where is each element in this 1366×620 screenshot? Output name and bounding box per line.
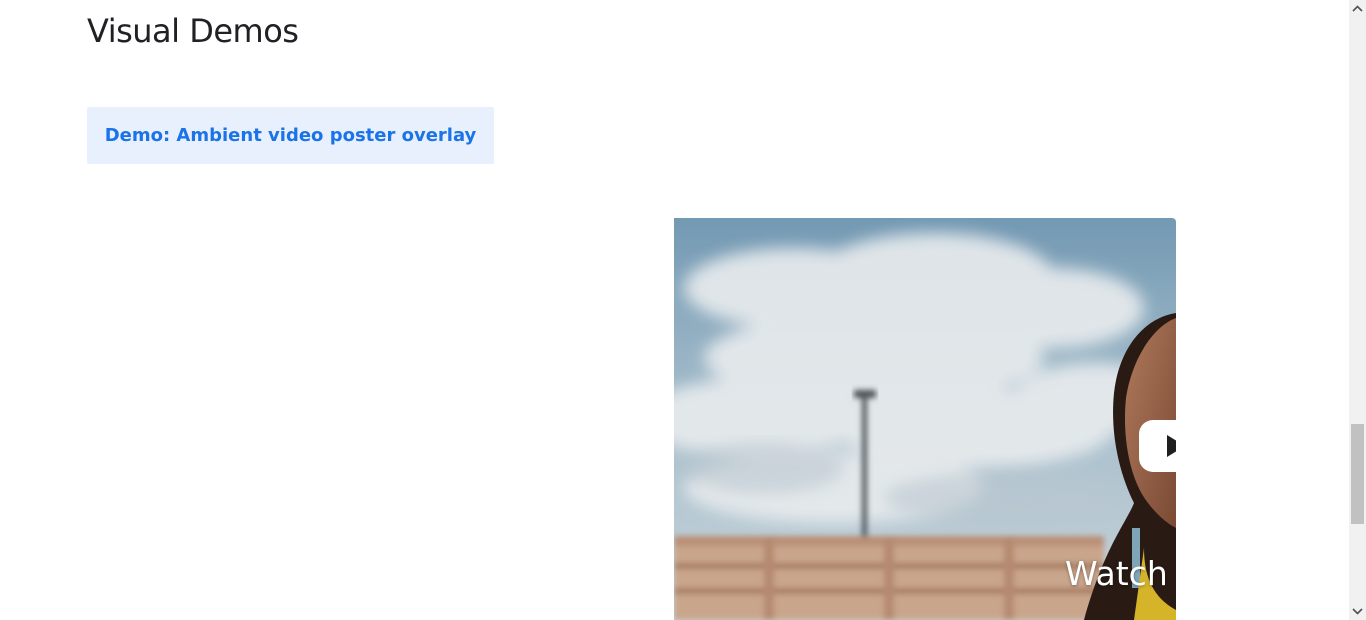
scroll-up-button[interactable] — [1349, 0, 1366, 17]
page: Visual Demos Demo: Ambient video poster … — [0, 0, 1366, 620]
scroll-thumb[interactable] — [1351, 424, 1364, 524]
vertical-scrollbar[interactable] — [1349, 0, 1366, 620]
scroll-down-button[interactable] — [1349, 603, 1366, 620]
video-caption: Watch t — [1065, 554, 1176, 593]
section-title: Visual Demos — [87, 12, 299, 50]
play-icon — [1167, 435, 1176, 457]
video-poster[interactable]: Watch t — [674, 218, 1176, 620]
chevron-up-icon — [1352, 5, 1363, 12]
demo-ambient-video-button[interactable]: Demo: Ambient video poster overlay — [87, 107, 494, 164]
play-button[interactable] — [1139, 420, 1176, 472]
chevron-down-icon — [1352, 608, 1363, 615]
demo-button-label: Demo: Ambient video poster overlay — [104, 125, 477, 146]
